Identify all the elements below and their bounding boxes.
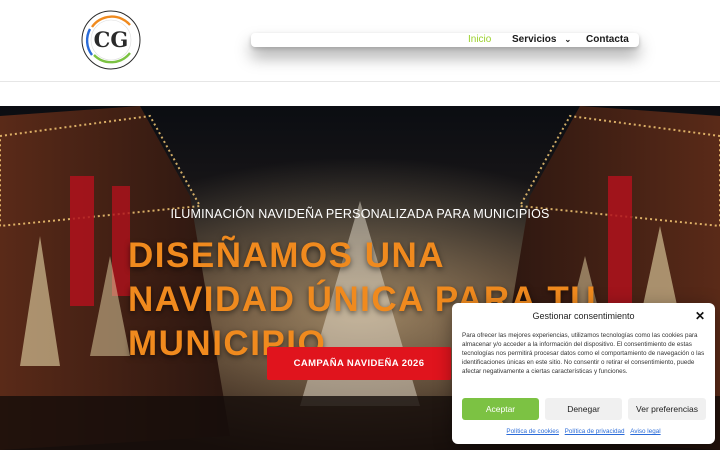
cookie-consent-dialog: Gestionar consentimiento ✕ Para ofrecer … — [452, 303, 715, 444]
chevron-down-icon: ⌄ — [564, 35, 572, 44]
consent-body-text: Para ofrecer las mejores experiencias, u… — [462, 332, 705, 375]
accept-button[interactable]: Aceptar — [462, 398, 539, 420]
nav-item-contacta[interactable]: Contacta — [586, 33, 629, 47]
cookie-policy-link[interactable]: Política de cookies — [506, 428, 559, 435]
campaign-cta-button[interactable]: CAMPAÑA NAVIDEÑA 2026 — [267, 347, 451, 380]
deny-button[interactable]: Denegar — [545, 398, 622, 420]
brand-logo[interactable]: CG — [80, 9, 142, 71]
close-icon[interactable]: ✕ — [695, 309, 705, 323]
hero-subtitle: ILUMINACIÓN NAVIDEÑA PERSONALIZADA PARA … — [170, 207, 550, 221]
main-nav: Inicio Servicios ⌄ Contacta — [251, 33, 639, 47]
svg-text:CG: CG — [94, 27, 129, 52]
nav-item-servicios[interactable]: Servicios ⌄ — [512, 33, 571, 47]
privacy-policy-link[interactable]: Política de privacidad — [565, 428, 625, 435]
view-preferences-button[interactable]: Ver preferencias — [628, 398, 706, 420]
nav-item-inicio[interactable]: Inicio — [468, 33, 491, 47]
consent-links: Política de cookies Política de privacid… — [452, 428, 715, 435]
consent-title: Gestionar consentimiento — [532, 311, 635, 321]
legal-notice-link[interactable]: Aviso legal — [630, 428, 660, 435]
site-header: CG Inicio Servicios ⌄ Contacta — [0, 0, 720, 82]
nav-item-servicios-label: Servicios — [512, 34, 557, 45]
